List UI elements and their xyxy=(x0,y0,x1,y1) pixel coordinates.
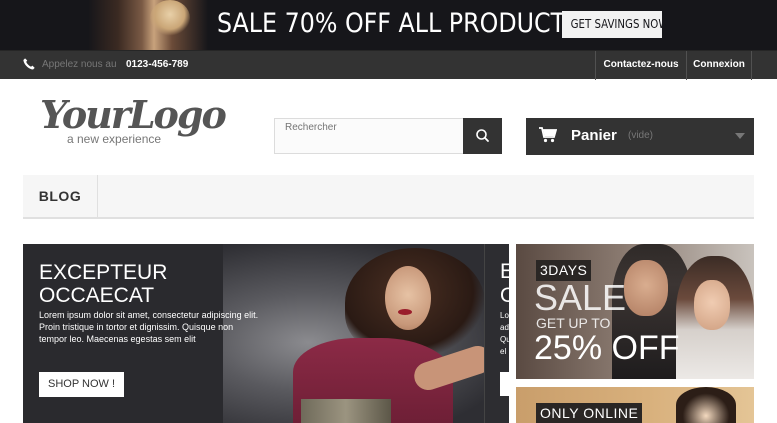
next-slide-button[interactable] xyxy=(500,372,509,396)
slide-model-skirt xyxy=(301,399,391,423)
banner-model-woman-face xyxy=(694,280,730,330)
online-banner[interactable]: ONLY ONLINE xyxy=(516,387,754,423)
slide-model-face xyxy=(385,266,431,330)
sale-banner[interactable]: 3DAYS SALE GET UP TO 25% OFF xyxy=(516,244,754,379)
cart-label: Panier xyxy=(571,127,617,144)
search-form xyxy=(274,118,502,154)
promo-headline: SALE 70% OFF ALL PRODUCTS xyxy=(217,8,581,39)
homepage-slider[interactable]: EXCEPTEUR OCCAECAT Lorem ipsum dolor sit… xyxy=(23,244,509,423)
menu-item-blog[interactable]: BLOG xyxy=(23,175,98,217)
phone-number: 0123-456-789 xyxy=(126,59,189,70)
banner-get-up-to: GET UP TO xyxy=(536,315,611,331)
online-badge: ONLY ONLINE xyxy=(536,403,643,423)
cart-button[interactable]: Panier (vide) xyxy=(526,118,754,155)
phone-icon xyxy=(23,58,35,70)
promo-banner[interactable]: SALE 70% OFF ALL PRODUCTS GET SAVINGS NO… xyxy=(0,0,777,50)
logo-wordmark: YourLogo xyxy=(40,92,227,137)
slide-description: Lorem ipsum dolor sit amet, consectetur … xyxy=(39,310,259,344)
get-savings-button[interactable]: GET SAVINGS NOW xyxy=(562,11,668,38)
next-slide-title-line2: O xyxy=(500,284,509,307)
search-button[interactable] xyxy=(463,118,502,154)
main-menu: BLOG xyxy=(23,175,754,219)
next-slide-title-line1: E xyxy=(500,260,509,283)
slide-title-line2: OCCAECAT xyxy=(39,284,155,307)
next-slide-title: E O xyxy=(500,260,509,308)
slide-model-lips xyxy=(398,309,412,315)
banner-discount: 25% OFF xyxy=(534,329,680,367)
banner2-model-head xyxy=(676,387,736,423)
search-input[interactable] xyxy=(274,118,464,154)
slide-title: EXCEPTEUR OCCAECAT xyxy=(39,261,239,307)
cart-status: (vide) xyxy=(628,130,654,141)
logo-tagline: a new experience xyxy=(67,132,162,146)
top-nav-bar: Appelez nous au 0123-456-789 Contactez-n… xyxy=(0,50,777,80)
chevron-down-icon xyxy=(735,133,745,139)
shopping-cart-icon xyxy=(539,127,557,143)
banner-sale-text: SALE xyxy=(534,277,627,318)
site-logo[interactable]: YourLogo a new experience xyxy=(40,95,230,150)
promo-model-image xyxy=(88,0,208,50)
slide-title-line1: EXCEPTEUR xyxy=(39,261,168,284)
banner-model-man-face xyxy=(624,260,668,316)
login-link[interactable]: Connexion xyxy=(686,51,752,80)
search-icon xyxy=(476,129,489,142)
shop-now-button[interactable]: SHOP NOW ! xyxy=(39,372,124,397)
call-us-label: Appelez nous au xyxy=(42,59,117,70)
get-savings-label: GET SAVINGS NOW xyxy=(570,17,669,31)
promo-model-head xyxy=(150,0,190,36)
contact-link[interactable]: Contactez-nous xyxy=(595,51,686,80)
next-slide-text: Lo ad Qu el xyxy=(500,311,509,356)
